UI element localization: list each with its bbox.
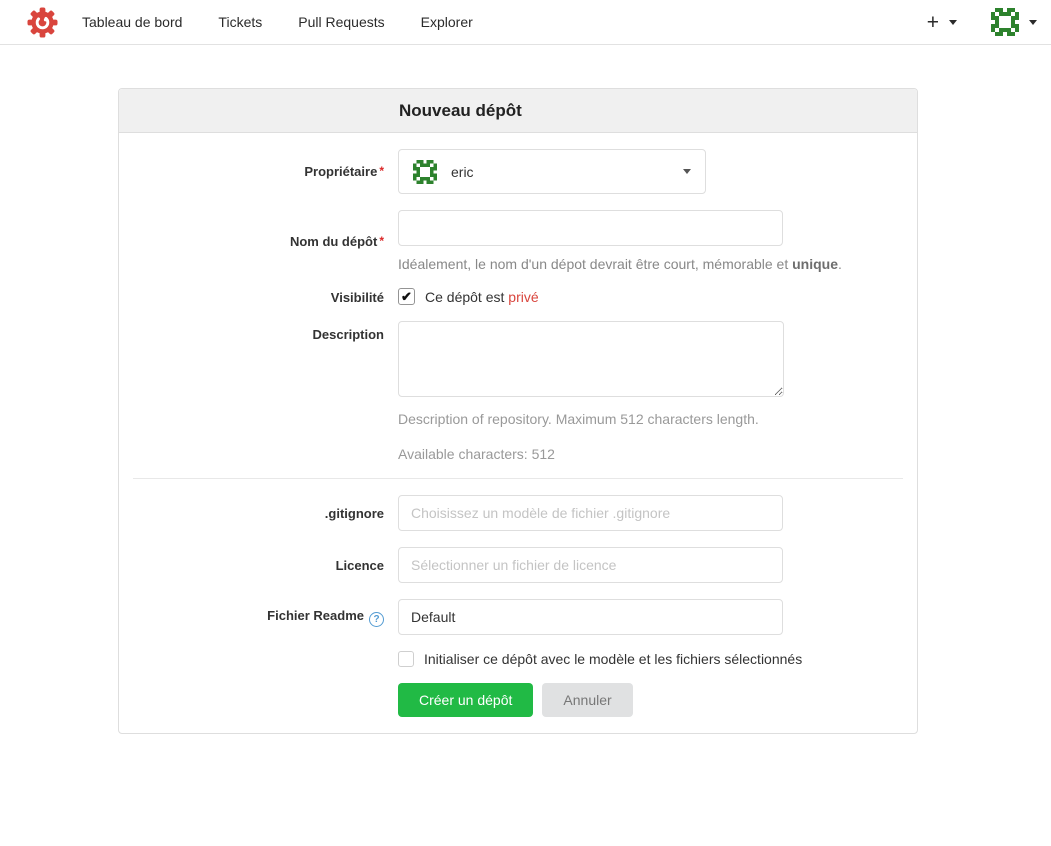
chevron-down-icon	[683, 169, 691, 174]
owner-selected-value: eric	[451, 164, 474, 180]
owner-label-text: Propriétaire	[304, 164, 377, 179]
nav-item-dashboard[interactable]: Tableau de bord	[82, 14, 182, 30]
navbar-right: +	[927, 8, 1037, 36]
nav-item-explore[interactable]: Explorer	[421, 14, 473, 30]
nav-item-pull-requests[interactable]: Pull Requests	[298, 14, 384, 30]
private-checkbox[interactable]: ✔	[398, 288, 415, 305]
gitignore-row: .gitignore	[133, 495, 903, 531]
license-label: Licence	[133, 558, 398, 573]
owner-label: Propriétaire*	[133, 164, 398, 179]
visibility-row: Visibilité ✔ Ce dépôt est privé	[133, 288, 903, 305]
description-textarea[interactable]	[398, 321, 784, 397]
chevron-down-icon	[949, 20, 957, 25]
license-row: Licence	[133, 547, 903, 583]
description-row: Description Description of repository. M…	[133, 321, 903, 462]
owner-avatar	[413, 160, 437, 184]
repo-name-input[interactable]	[398, 210, 783, 246]
repo-name-label-text: Nom du dépôt	[290, 234, 377, 249]
cancel-button[interactable]: Annuler	[542, 683, 632, 717]
navbar: Tableau de bord Tickets Pull Requests Ex…	[0, 0, 1051, 45]
description-label: Description	[133, 321, 398, 342]
new-repo-panel: Nouveau dépôt Propriétaire* eric Nom du …	[118, 88, 918, 734]
help-icon[interactable]: ?	[369, 612, 384, 627]
required-asterisk: *	[379, 164, 384, 178]
gitignore-input[interactable]	[398, 495, 783, 531]
readme-input[interactable]	[398, 599, 783, 635]
owner-dropdown[interactable]: eric	[398, 149, 706, 194]
repo-name-hint: Idéalement, le nom d'un dépot devrait êt…	[398, 256, 842, 272]
visibility-label: Visibilité	[133, 289, 398, 305]
user-avatar	[991, 8, 1019, 36]
checkmark-icon: ✔	[401, 290, 412, 303]
init-checkbox-label: Initialiser ce dépôt avec le modèle et l…	[424, 651, 802, 667]
visibility-text: Ce dépôt est privé	[425, 289, 539, 305]
nav-menu: Tableau de bord Tickets Pull Requests Ex…	[82, 14, 509, 30]
gitignore-label: .gitignore	[133, 506, 398, 521]
chevron-down-icon	[1029, 20, 1037, 25]
repo-name-label: Nom du dépôt*	[133, 234, 398, 249]
required-asterisk: *	[379, 234, 384, 248]
panel-header: Nouveau dépôt	[119, 89, 917, 133]
create-repo-button[interactable]: Créer un dépôt	[398, 683, 533, 717]
new-repo-form: Propriétaire* eric Nom du dépôt* Idéalem…	[119, 133, 917, 733]
readme-label: Fichier Readme?	[133, 608, 398, 627]
readme-row: Fichier Readme?	[133, 599, 903, 635]
plus-icon: +	[927, 12, 939, 33]
nav-item-issues[interactable]: Tickets	[218, 14, 262, 30]
repo-name-row: Nom du dépôt* Idéalement, le nom d'un dé…	[133, 210, 903, 272]
form-actions: Créer un dépôt Annuler	[398, 683, 903, 717]
available-characters: Available characters: 512	[398, 446, 784, 462]
owner-row: Propriétaire* eric	[133, 149, 903, 194]
init-checkbox[interactable]: ✔	[398, 651, 414, 667]
page-title: Nouveau dépôt	[399, 101, 522, 121]
section-divider	[133, 478, 903, 479]
private-link[interactable]: privé	[508, 289, 538, 305]
init-row: ✔ Initialiser ce dépôt avec le modèle et…	[398, 651, 903, 667]
readme-label-text: Fichier Readme	[267, 608, 364, 623]
create-new-menu[interactable]: +	[927, 12, 957, 33]
gitea-logo-icon[interactable]	[27, 7, 58, 38]
description-hint: Description of repository. Maximum 512 c…	[398, 411, 784, 427]
user-menu[interactable]	[991, 8, 1037, 36]
license-input[interactable]	[398, 547, 783, 583]
